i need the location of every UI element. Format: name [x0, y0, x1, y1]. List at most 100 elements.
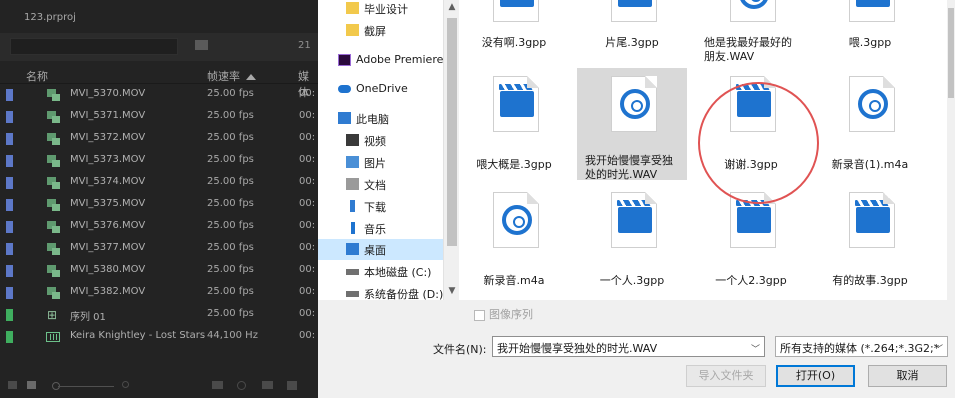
item-frame-rate: 25.00 fps	[207, 242, 254, 253]
file-item[interactable]: 新录音.m4a	[459, 184, 569, 296]
label-color-chip[interactable]	[6, 265, 13, 277]
label-color-chip[interactable]	[6, 177, 13, 189]
desktop-icon	[346, 243, 359, 255]
nav-item-label: 桌面	[364, 244, 386, 257]
file-name: 新录音.m4a	[483, 274, 545, 287]
column-name[interactable]: 名称	[26, 68, 48, 84]
label-color-chip[interactable]	[6, 221, 13, 233]
nav-item[interactable]: 桌面	[318, 239, 459, 260]
label-color-chip[interactable]	[6, 287, 13, 299]
nav-item[interactable]: 毕业设计	[318, 0, 459, 19]
zoom-max-icon[interactable]	[122, 381, 129, 388]
project-item-row[interactable]: MVI_5370.MOV 25.00 fps 00:	[0, 84, 318, 106]
file-item[interactable]: 谢谢.3gpp	[696, 68, 806, 180]
scroll-up-icon[interactable]: ▲	[447, 2, 457, 12]
sequence-icon: ⊞	[47, 308, 58, 322]
label-color-chip[interactable]	[6, 243, 13, 255]
nav-item-label: OneDrive	[356, 82, 408, 95]
file-item[interactable]: 一个人2.3gpp	[696, 184, 806, 296]
label-color-chip[interactable]	[6, 309, 13, 321]
file-item[interactable]: 有的故事.3gpp	[815, 184, 925, 296]
download-icon	[350, 200, 355, 212]
project-item-row[interactable]: MVI_5372.MOV 25.00 fps 00:	[0, 128, 318, 150]
column-frame-rate[interactable]: 帧速率	[207, 68, 256, 84]
nav-item[interactable]: 系统备份盘 (D:)	[318, 283, 459, 300]
nav-item-label: 系统备份盘 (D:)	[364, 288, 444, 300]
file-type-select[interactable]: 所有支持的媒体 (*.264;*.3G2;* ﹀	[775, 336, 948, 357]
chevron-down-icon[interactable]: ﹀	[934, 342, 943, 355]
find-icon[interactable]	[237, 381, 246, 390]
nav-item[interactable]: 此电脑	[318, 108, 459, 129]
label-color-chip[interactable]	[6, 331, 13, 343]
nav-item-label: 音乐	[364, 223, 386, 236]
item-frame-rate: 25.00 fps	[207, 220, 254, 231]
file-name: 片尾.3gpp	[605, 36, 659, 49]
project-item-row[interactable]: MVI_5371.MOV 25.00 fps 00:	[0, 106, 318, 128]
cancel-button[interactable]: 取消	[868, 365, 947, 387]
video-clip-icon	[47, 265, 60, 277]
clapperboard-icon	[500, 0, 534, 7]
open-button[interactable]: 打开(O)	[776, 365, 855, 387]
project-item-row[interactable]: MVI_5374.MOV 25.00 fps 00:	[0, 172, 318, 194]
list-view-icon[interactable]	[8, 381, 17, 389]
label-color-chip[interactable]	[6, 155, 13, 167]
project-item-row[interactable]: MVI_5382.MOV 25.00 fps 00:	[0, 282, 318, 304]
music-icon	[351, 222, 355, 234]
drive-icon	[346, 291, 359, 297]
navigation-scrollbar[interactable]: ▲ ▼	[443, 0, 459, 300]
cloud-icon	[338, 85, 351, 93]
file-view-scrollbar[interactable]	[947, 0, 955, 300]
new-item-icon[interactable]	[287, 381, 297, 390]
project-item-row[interactable]: MVI_5377.MOV 25.00 fps 00:	[0, 238, 318, 260]
import-folder-button[interactable]: 导入文件夹	[686, 365, 766, 387]
navigation-scroll-thumb[interactable]	[447, 18, 457, 246]
label-color-chip[interactable]	[6, 111, 13, 123]
file-item[interactable]: 新录音(1).m4a	[815, 68, 925, 180]
label-color-chip[interactable]	[6, 133, 13, 145]
nav-item[interactable]: 图片	[318, 152, 459, 173]
video-clip-icon	[47, 221, 60, 233]
nav-item[interactable]: OneDrive	[318, 79, 459, 100]
zoom-slider[interactable]	[58, 386, 114, 387]
file-item[interactable]: 喂大概是.3gpp	[459, 68, 569, 180]
chevron-down-icon[interactable]: ﹀	[751, 342, 760, 355]
file-item[interactable]: 一个人.3gpp	[577, 184, 687, 296]
file-item[interactable]: 我开始慢慢享受独处的时光.WAV	[577, 68, 687, 181]
automate-to-sequence-icon[interactable]	[212, 381, 223, 389]
item-name: MVI_5375.MOV	[70, 198, 146, 209]
item-name: 序列 01	[70, 312, 106, 323]
label-color-chip[interactable]	[6, 89, 13, 101]
filename-input[interactable]: 我开始慢慢享受独处的时光.WAV ﹀	[492, 336, 765, 357]
image-sequence-checkbox[interactable]: 图像序列	[474, 306, 533, 322]
nav-item-label: Adobe Premiere	[356, 53, 444, 66]
nav-item[interactable]: 文档	[318, 174, 459, 195]
label-color-chip[interactable]	[6, 199, 13, 211]
item-media-start: 00:	[299, 154, 316, 165]
project-search-input[interactable]	[10, 38, 178, 55]
nav-item[interactable]: Adobe Premiere	[318, 50, 459, 71]
drive-icon	[346, 269, 359, 275]
bin-icon[interactable]	[195, 40, 208, 50]
project-item-row[interactable]: MVI_5376.MOV 25.00 fps 00:	[0, 216, 318, 238]
nav-item[interactable]: 截屏	[318, 20, 459, 41]
nav-item[interactable]: 本地磁盘 (C:)	[318, 261, 459, 282]
nav-item[interactable]: 下载	[318, 196, 459, 217]
image-sequence-checkbox-box[interactable]	[474, 309, 485, 321]
nav-item[interactable]: 视频	[318, 130, 459, 151]
item-frame-rate: 25.00 fps	[207, 198, 254, 209]
project-item-row[interactable]: MVI_5373.MOV 25.00 fps 00:	[0, 150, 318, 172]
item-media-start: 00:	[299, 308, 316, 319]
icon-view-icon[interactable]	[27, 381, 36, 389]
file-view-scroll-thumb[interactable]	[948, 8, 954, 98]
scroll-down-icon[interactable]: ▼	[447, 286, 457, 296]
nav-item[interactable]: 音乐	[318, 218, 459, 239]
new-bin-icon[interactable]	[262, 381, 273, 389]
project-item-row[interactable]: MVI_5380.MOV 25.00 fps 00:	[0, 260, 318, 282]
item-frame-rate: 25.00 fps	[207, 88, 254, 99]
project-item-row[interactable]: MVI_5375.MOV 25.00 fps 00:	[0, 194, 318, 216]
project-item-row[interactable]: ⊞ 序列 01 25.00 fps 00:	[0, 304, 318, 326]
filename-value: 我开始慢慢享受独处的时光.WAV	[497, 342, 658, 355]
project-item-row[interactable]: Keira Knightley - Lost Stars 44,100 Hz 00:	[0, 326, 318, 348]
project-title: 123.prproj	[24, 12, 76, 23]
nav-item-label: 截屏	[364, 25, 386, 38]
